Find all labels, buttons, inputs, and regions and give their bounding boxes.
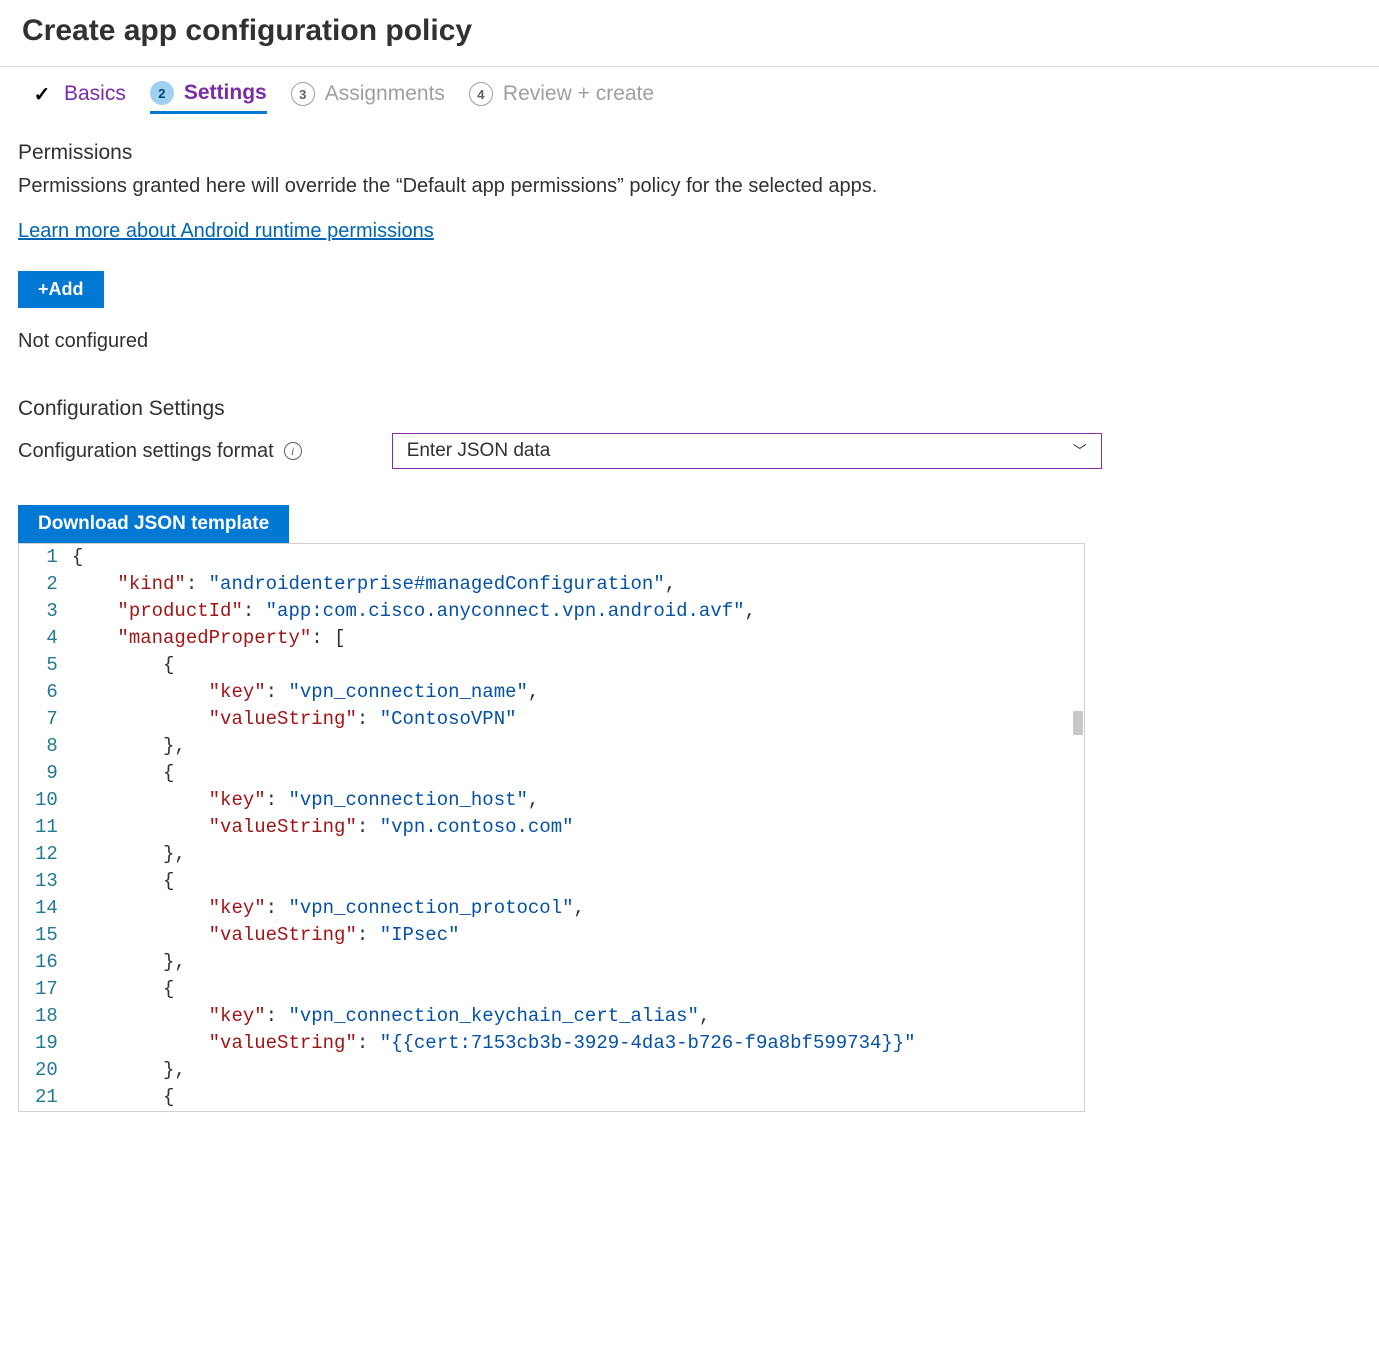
step-label: Review + create [503, 82, 654, 106]
step-label: Basics [64, 82, 126, 106]
config-format-dropdown[interactable]: Enter JSON data ﹀ [392, 433, 1102, 469]
step-label: Assignments [325, 82, 445, 106]
step-number-badge: 4 [469, 82, 493, 106]
line-number-gutter: 123456789101112131415161718192021 [19, 544, 68, 1111]
info-icon[interactable]: i [284, 442, 302, 460]
learn-more-link[interactable]: Learn more about Android runtime permiss… [18, 220, 434, 242]
step-label: Settings [184, 81, 267, 105]
code-content[interactable]: { "kind": "androidenterprise#managedConf… [68, 544, 1084, 1111]
config-format-label: Configuration settings format i [18, 440, 302, 463]
step-number-badge: 2 [150, 81, 174, 105]
chevron-down-icon: ﹀ [1073, 441, 1087, 461]
config-settings-heading: Configuration Settings [18, 397, 1361, 421]
dropdown-value: Enter JSON data [407, 440, 551, 462]
permissions-description: Permissions granted here will override t… [18, 175, 1361, 198]
step-review-create[interactable]: 4 Review + create [469, 82, 654, 112]
scrollbar-thumb[interactable] [1073, 711, 1083, 735]
check-icon: ✓ [30, 82, 54, 106]
step-assignments[interactable]: 3 Assignments [291, 82, 445, 112]
step-settings[interactable]: 2 Settings [150, 81, 267, 114]
wizard-steps: ✓ Basics 2 Settings 3 Assignments 4 Revi… [0, 67, 1379, 113]
page-title: Create app configuration policy [0, 0, 1379, 66]
json-editor[interactable]: 123456789101112131415161718192021 { "kin… [18, 543, 1085, 1112]
step-number-badge: 3 [291, 82, 315, 106]
step-basics[interactable]: ✓ Basics [30, 82, 126, 112]
not-configured-text: Not configured [18, 330, 1361, 353]
add-button[interactable]: +Add [18, 271, 104, 308]
permissions-heading: Permissions [18, 141, 1361, 165]
download-json-template-button[interactable]: Download JSON template [18, 505, 289, 543]
